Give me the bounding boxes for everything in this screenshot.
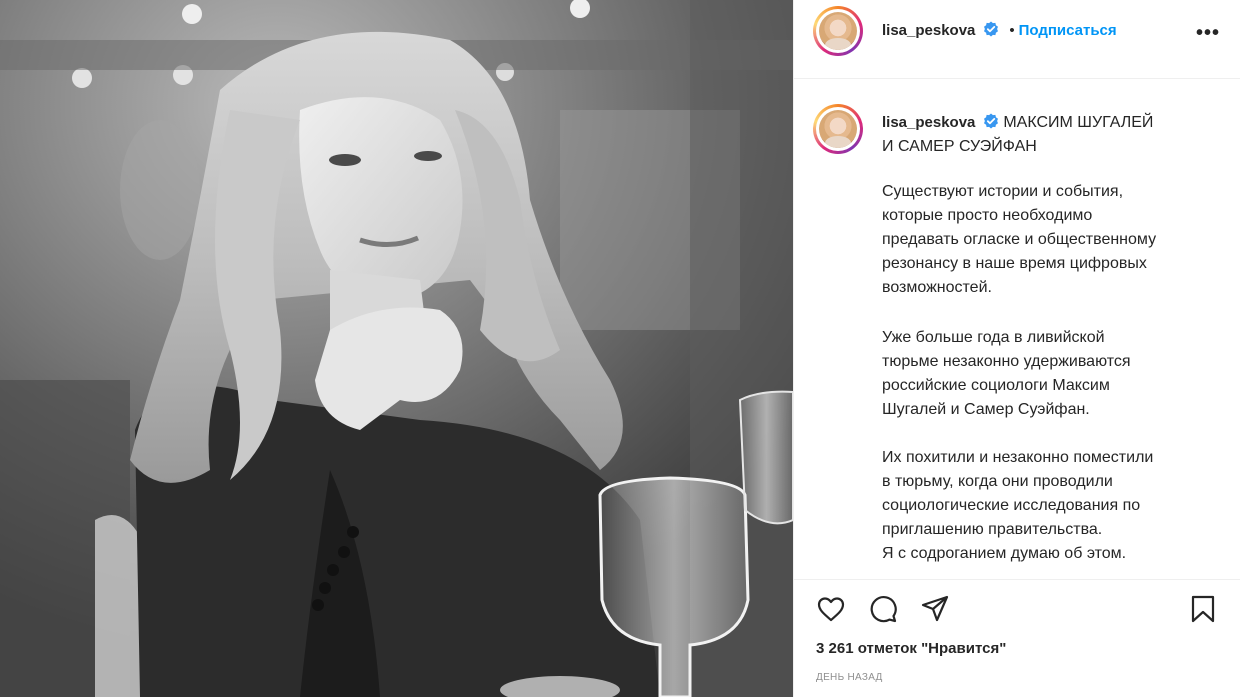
caption-title-line1: МАКСИМ ШУГАЛЕЙ (1003, 114, 1154, 131)
caption-username[interactable]: lisa_peskova (882, 114, 975, 131)
post-photo[interactable] (0, 0, 793, 697)
likes-count[interactable]: 3 261 отметок "Нравится" (816, 640, 1006, 657)
caption-line: резонансу в наше время цифровых (882, 255, 1147, 272)
header-username[interactable]: lisa_peskova (882, 22, 975, 39)
caption-line: которые просто необходимо (882, 207, 1093, 224)
heart-icon[interactable] (816, 594, 846, 624)
caption-line: в тюрьму, когда они проводили (882, 473, 1113, 490)
more-options-icon: ••• (1195, 22, 1220, 44)
header-user-line: lisa_peskova • Подписаться (882, 21, 1117, 40)
caption-title-line2: И САМЕР СУЭЙФАН (882, 138, 1037, 155)
caption-paragraph-2: Уже больше года в ливийской тюрьме незак… (882, 326, 1212, 422)
caption-line: Шугалей и Самер Суэйфан. (882, 401, 1090, 418)
verified-badge-icon (983, 113, 998, 129)
bookmark-icon[interactable] (1188, 594, 1218, 624)
post-sidebar: lisa_peskova • Подписаться ••• lisa_pesko… (793, 0, 1240, 697)
follow-button[interactable]: Подписаться (1019, 22, 1117, 39)
post-actions: 3 261 отметок "Нравится" ДЕНЬ НАЗАД (794, 579, 1240, 697)
separator-dot: • (1009, 22, 1015, 39)
caption-avatar[interactable] (813, 104, 863, 154)
post-header: lisa_peskova • Подписаться ••• (794, 0, 1240, 79)
post-caption: lisa_peskova МАКСИМ ШУГАЛЕЙ И САМЕР СУЭЙ… (794, 80, 1240, 580)
caption-line: Существуют истории и события, (882, 183, 1124, 200)
caption-line: приглашению правительства. (882, 521, 1103, 538)
verified-badge-icon (983, 21, 998, 37)
post-timestamp[interactable]: ДЕНЬ НАЗАД (816, 672, 883, 683)
caption-line: тюрьме незаконно удерживаются (882, 353, 1131, 370)
caption-line: российские социологи Максим (882, 377, 1110, 394)
caption-paragraph-3: Их похитили и незаконно поместили в тюрь… (882, 446, 1212, 566)
share-icon[interactable] (920, 594, 950, 624)
caption-paragraph-1: Существуют истории и события, которые пр… (882, 180, 1212, 300)
comment-icon[interactable] (868, 594, 898, 624)
caption-line: возможностей. (882, 279, 992, 296)
caption-line: Уже больше года в ливийской (882, 329, 1105, 346)
avatar[interactable] (813, 6, 863, 56)
caption-title: lisa_peskova МАКСИМ ШУГАЛЕЙ И САМЕР СУЭЙ… (882, 111, 1222, 159)
more-options-button[interactable]: ••• (1196, 22, 1220, 45)
caption-line: Их похитили и незаконно поместили (882, 449, 1154, 466)
caption-line: Я с содроганием думаю об этом. (882, 545, 1127, 562)
caption-line: социологические исследования по (882, 497, 1141, 514)
post-photo-illustration (0, 0, 793, 697)
caption-line: предавать огласке и общественному (882, 231, 1157, 248)
